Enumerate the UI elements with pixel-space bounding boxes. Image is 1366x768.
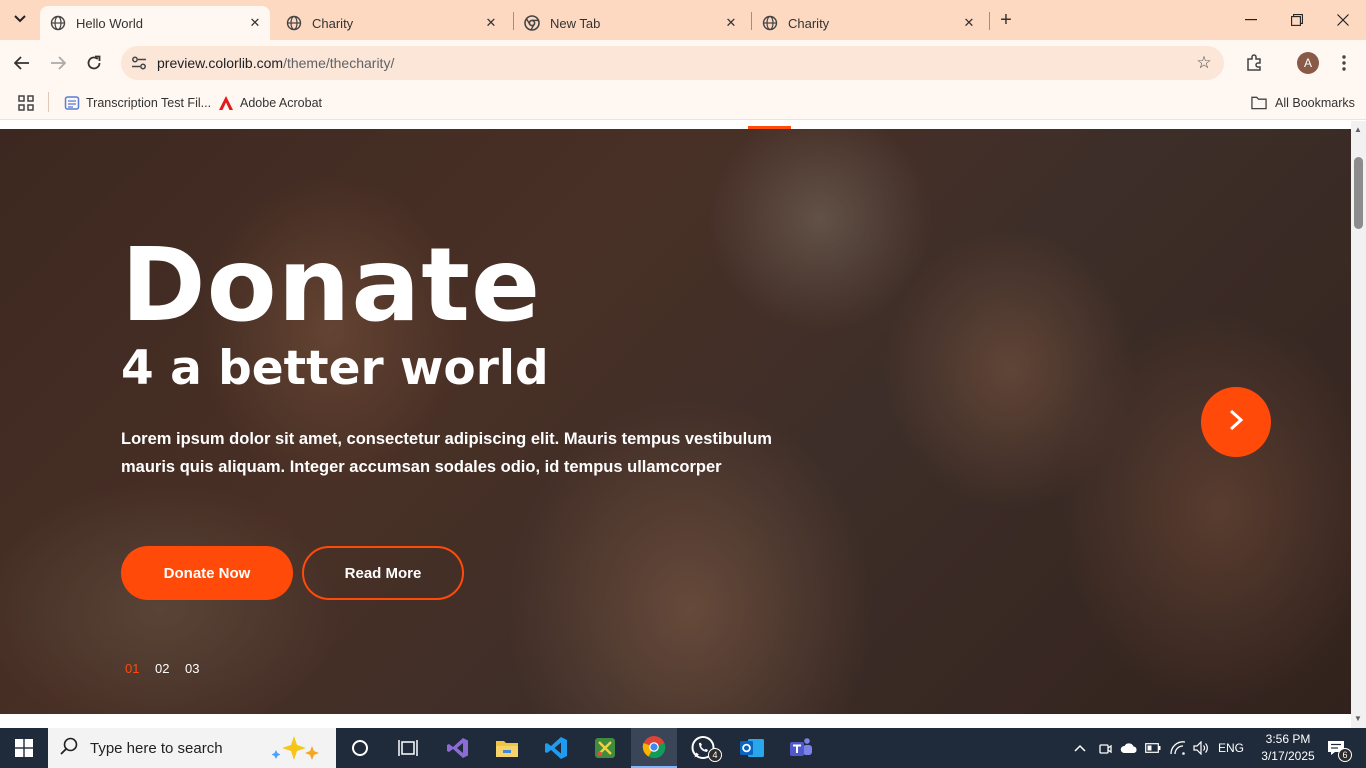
vertical-scrollbar[interactable]: ▲ ▼ (1351, 121, 1366, 728)
url-host: preview.colorlib.com (157, 55, 284, 71)
tab-strip: Hello World ✕ Charity ✕ New Tab ✕ Charit… (0, 0, 1366, 40)
tab-title: Charity (788, 15, 830, 31)
volume-icon[interactable] (1191, 728, 1211, 768)
whatsapp-badge: 4 (708, 748, 722, 762)
bookmarks-separator (48, 92, 49, 112)
profile-avatar[interactable]: A (1297, 52, 1319, 74)
chrome-icon (524, 15, 540, 31)
vscode-icon[interactable] (533, 728, 579, 768)
task-view-icon[interactable] (385, 728, 431, 768)
search-icon (60, 737, 78, 760)
slide-pager-1[interactable]: 01 (125, 661, 139, 676)
bookmark-label: Adobe Acrobat (240, 96, 323, 110)
taskbar-search-box[interactable]: Type here to search (48, 728, 336, 768)
file-explorer-icon[interactable] (484, 728, 530, 768)
bookmark-acrobat[interactable]: Adobe Acrobat (218, 92, 322, 114)
chevron-right-icon (1229, 409, 1244, 436)
scroll-up-icon[interactable]: ▲ (1354, 125, 1362, 134)
close-tab-icon[interactable]: ✕ (482, 14, 500, 32)
hero-content: Donate 4 a better world Lorem ipsum dolo… (0, 129, 1351, 714)
browser-toolbar: preview.colorlib.com/theme/thecharity/ ☆ (0, 40, 1366, 86)
language-indicator[interactable]: ENG (1216, 728, 1246, 768)
hero-title: Donate (121, 226, 542, 345)
extensions-icon[interactable] (1242, 51, 1266, 75)
bookmarks-bar: Transcription Test Fil... Adobe Acrobat … (0, 86, 1366, 120)
back-icon[interactable] (9, 50, 35, 76)
web-page: Donate 4 a better world Lorem ipsum dolo… (0, 121, 1351, 714)
restore-icon[interactable] (1274, 0, 1320, 40)
windows-start-icon[interactable] (0, 728, 48, 768)
site-info-icon[interactable] (121, 56, 157, 70)
visual-studio-icon[interactable] (435, 728, 481, 768)
hero-slider: Donate 4 a better world Lorem ipsum dolo… (0, 129, 1351, 714)
tab-title: Charity (312, 15, 354, 31)
acrobat-icon (218, 95, 234, 111)
new-tab-icon[interactable]: + (994, 8, 1018, 32)
forward-icon[interactable] (45, 50, 71, 76)
system-clock[interactable]: 3:56 PM 3/17/2025 (1252, 731, 1324, 765)
hero-text: Lorem ipsum dolor sit amet, consectetur … (121, 430, 772, 476)
slide-pager-3[interactable]: 03 (185, 661, 199, 676)
hero-subtitle: 4 a better world (121, 341, 549, 396)
reload-icon[interactable] (81, 50, 107, 76)
tab-title: Hello World (76, 15, 143, 31)
globe-icon (286, 15, 302, 31)
close-tab-icon[interactable]: ✕ (960, 14, 978, 32)
outlook-icon[interactable] (729, 728, 775, 768)
tab-title: New Tab (550, 15, 601, 31)
minimize-icon[interactable] (1228, 0, 1274, 40)
all-bookmarks-label: All Bookmarks (1275, 96, 1355, 110)
globe-icon (762, 15, 778, 31)
windows-taskbar: Type here to search 4 ENG 3:56 PM 3/17/2… (0, 728, 1366, 768)
close-tab-icon[interactable]: ✕ (722, 14, 740, 32)
bookmark-transcription[interactable]: Transcription Test Fil... (64, 92, 211, 114)
bookmark-star-icon[interactable]: ☆ (1194, 53, 1214, 73)
url-path: /theme/thecharity/ (283, 55, 395, 71)
scroll-down-icon[interactable]: ▼ (1354, 714, 1362, 723)
chrome-taskbar-icon[interactable] (631, 728, 677, 768)
address-bar[interactable]: preview.colorlib.com/theme/thecharity/ ☆ (121, 46, 1224, 80)
notification-badge: 6 (1338, 748, 1352, 762)
tab-hello-world[interactable]: Hello World ✕ (40, 6, 270, 40)
wifi-icon[interactable] (1168, 728, 1188, 768)
browser-window: Hello World ✕ Charity ✕ New Tab ✕ Charit… (0, 0, 1366, 728)
tab-new-tab[interactable]: New Tab ✕ (514, 6, 746, 40)
url-text[interactable]: preview.colorlib.com/theme/thecharity/ (157, 55, 394, 71)
onedrive-cloud-icon[interactable] (1119, 728, 1139, 768)
tab-charity-2[interactable]: Charity ✕ (752, 6, 984, 40)
page-bottom-strip (0, 714, 1351, 728)
doc-icon (64, 95, 80, 111)
meet-now-icon[interactable] (1096, 728, 1114, 768)
tab-charity[interactable]: Charity ✕ (276, 6, 506, 40)
snipping-tool-icon[interactable] (582, 728, 628, 768)
cortana-icon[interactable] (337, 728, 383, 768)
globe-icon (50, 15, 66, 31)
whatsapp-icon[interactable]: 4 (680, 728, 726, 768)
notification-center-icon[interactable]: 6 (1322, 728, 1352, 768)
close-tab-icon[interactable]: ✕ (246, 14, 264, 32)
tab-separator (989, 12, 990, 30)
apps-icon[interactable] (18, 92, 34, 114)
nav-active-indicator (748, 126, 791, 129)
copilot-sparkle-icon[interactable] (268, 734, 328, 767)
search-placeholder: Type here to search (90, 739, 223, 757)
teams-icon[interactable] (778, 728, 824, 768)
read-more-button[interactable]: Read More (302, 546, 464, 600)
clock-time: 3:56 PM (1265, 732, 1311, 746)
slide-pager-2[interactable]: 02 (155, 661, 169, 676)
close-window-icon[interactable] (1320, 0, 1366, 40)
tab-search-button[interactable] (8, 7, 32, 31)
all-bookmarks-button[interactable]: All Bookmarks (1251, 92, 1355, 114)
bookmark-label: Transcription Test Fil... (86, 96, 212, 110)
scroll-thumb[interactable] (1354, 157, 1363, 229)
next-slide-button[interactable] (1201, 387, 1271, 457)
battery-icon[interactable] (1144, 728, 1162, 768)
clock-date: 3/17/2025 (1261, 749, 1315, 763)
folder-icon (1251, 95, 1267, 111)
show-hidden-icons[interactable] (1070, 728, 1090, 768)
menu-kebab-icon[interactable] (1332, 51, 1356, 75)
donate-now-button[interactable]: Donate Now (121, 546, 293, 600)
